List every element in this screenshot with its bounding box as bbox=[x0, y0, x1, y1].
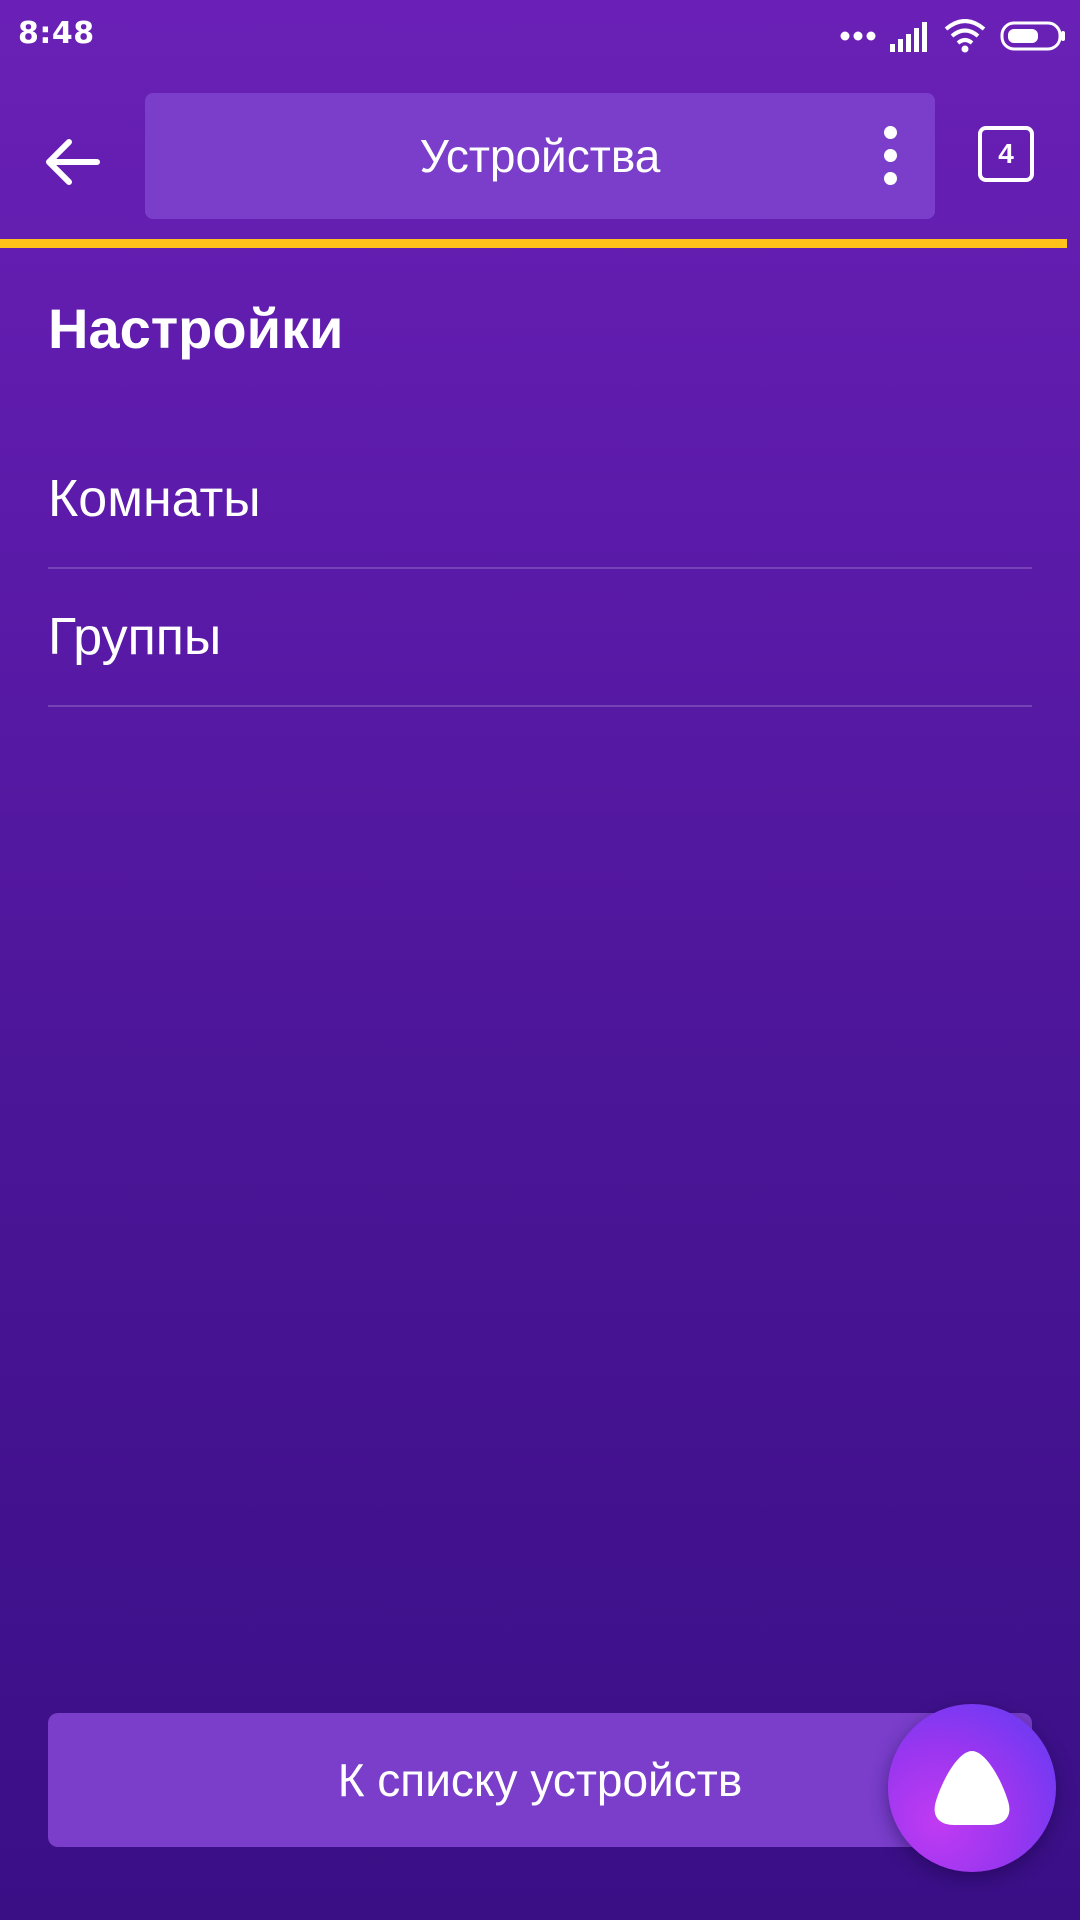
tabs-count-button[interactable]: 4 bbox=[978, 126, 1034, 182]
assistant-button[interactable] bbox=[888, 1704, 1056, 1872]
progress-line bbox=[0, 239, 1067, 248]
device-list-button[interactable]: К списку устройств bbox=[48, 1713, 1032, 1847]
title-pill[interactable]: Устройства bbox=[145, 93, 935, 219]
status-bar: 8:48 bbox=[0, 0, 1080, 72]
section-title: Настройки bbox=[48, 297, 344, 360]
arrow-left-icon bbox=[46, 139, 100, 185]
menu-item-label: Комнаты bbox=[48, 470, 261, 528]
back-button[interactable] bbox=[38, 127, 108, 197]
alice-icon bbox=[934, 1751, 1010, 1825]
app-screen: 8:48 Устройства 4 Настройки Комнаты Груп… bbox=[0, 0, 1080, 1920]
status-time: 8:48 bbox=[18, 16, 95, 51]
more-vertical-icon[interactable] bbox=[875, 126, 905, 186]
more-dots-icon bbox=[840, 31, 876, 41]
status-icons bbox=[840, 18, 1066, 54]
wifi-icon bbox=[944, 19, 986, 53]
toolbar: Устройства 4 bbox=[0, 72, 1080, 242]
page-title: Устройства bbox=[419, 130, 661, 182]
menu-item-rooms[interactable]: Комнаты bbox=[48, 431, 1032, 569]
menu-item-groups[interactable]: Группы bbox=[48, 569, 1032, 707]
menu-item-label: Группы bbox=[48, 608, 222, 666]
signal-icon bbox=[890, 22, 927, 52]
battery-icon bbox=[1000, 21, 1065, 51]
